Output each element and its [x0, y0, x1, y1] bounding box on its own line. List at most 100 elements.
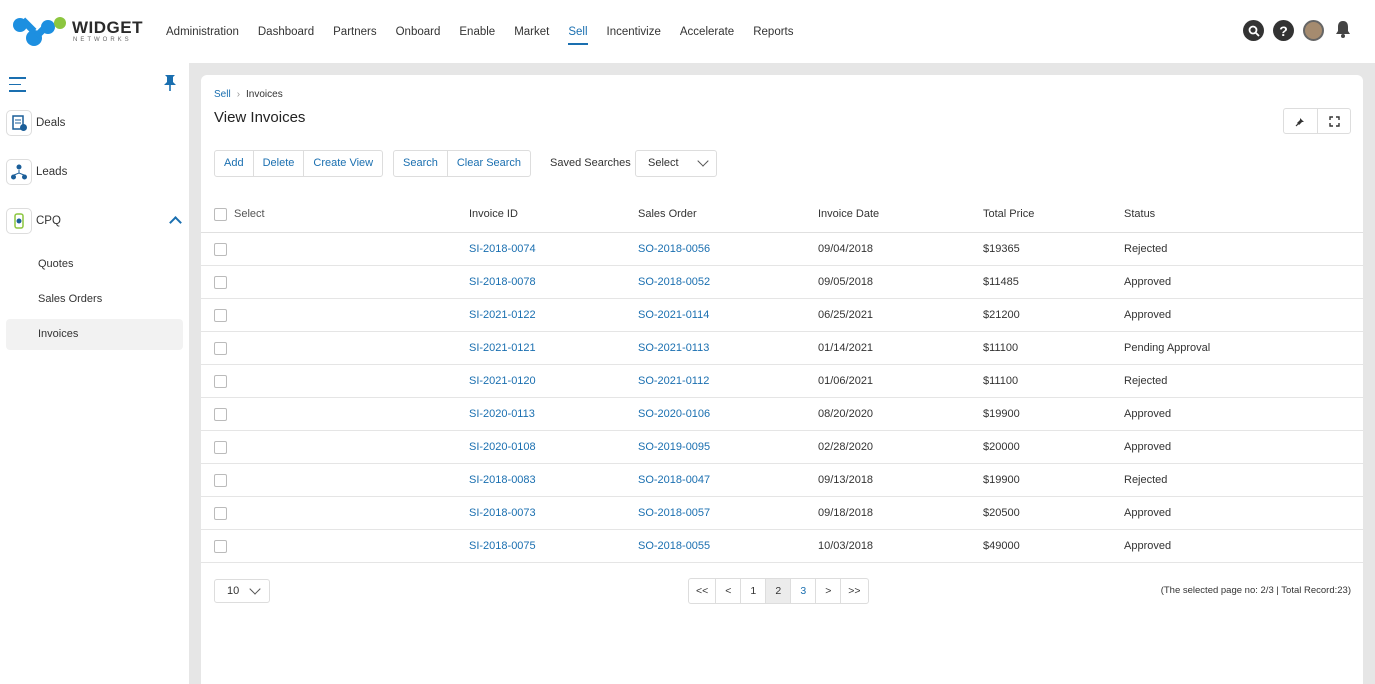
clear-search-button[interactable]: Clear Search [446, 151, 530, 176]
header-status[interactable]: Status [1124, 196, 1155, 232]
sidebar-item-deals[interactable]: Deals [6, 109, 182, 137]
sales-order-link[interactable]: SO-2021-0112 [638, 365, 709, 397]
invoice-id-link[interactable]: SI-2021-0122 [469, 299, 536, 331]
chevron-up-icon[interactable] [169, 216, 182, 229]
row-checkbox[interactable] [214, 308, 227, 322]
nav-incentivize[interactable]: Incentivize [607, 22, 661, 42]
row-checkbox[interactable] [214, 506, 227, 520]
row-checkbox[interactable] [214, 242, 227, 256]
sales-order-link[interactable]: SO-2018-0052 [638, 266, 710, 298]
status-text: Rejected [1124, 243, 1168, 255]
invoice-id-link[interactable]: SI-2018-0075 [469, 530, 536, 562]
main-panel: Sell › Invoices View Invoices Add Delete… [201, 75, 1363, 684]
leads-icon [6, 159, 32, 185]
sidebar-item-leads[interactable]: Leads [6, 158, 182, 186]
create-view-button[interactable]: Create View [303, 151, 382, 176]
table-row: SI-2021-0120 SO-2021-0112 01/06/2021 $11100… [201, 365, 1363, 398]
invoice-id-link[interactable]: SI-2018-0074 [469, 233, 536, 265]
header-invoice-id[interactable]: Invoice ID [469, 196, 518, 232]
search-button[interactable]: Search [394, 151, 447, 176]
page-2-button[interactable]: 2 [765, 579, 791, 603]
invoice-id-link[interactable]: SI-2021-0121 [469, 332, 536, 364]
pin-icon[interactable] [163, 74, 177, 97]
chevron-right-icon: › [236, 89, 241, 100]
nav-partners[interactable]: Partners [333, 22, 376, 42]
search-icon[interactable] [1243, 20, 1264, 41]
last-page-button[interactable]: >> [840, 579, 867, 603]
sales-order-link[interactable]: SO-2019-0095 [638, 431, 710, 463]
row-checkbox[interactable] [214, 473, 227, 487]
sales-order-link[interactable]: SO-2021-0113 [638, 332, 709, 364]
invoice-id-link[interactable]: SI-2020-0108 [469, 431, 536, 463]
help-icon[interactable]: ? [1273, 20, 1294, 41]
nav-administration[interactable]: Administration [166, 22, 239, 42]
invoice-date: 09/18/2018 [818, 507, 874, 519]
pin-button[interactable] [1284, 109, 1317, 133]
prev-page-button[interactable]: < [715, 579, 740, 603]
page-3-button[interactable]: 3 [790, 579, 815, 603]
sales-order-link[interactable]: SO-2018-0047 [638, 464, 710, 496]
nav-reports[interactable]: Reports [753, 22, 793, 42]
row-checkbox[interactable] [214, 539, 227, 553]
sales-order-link[interactable]: SO-2018-0056 [638, 233, 710, 265]
nav-dashboard[interactable]: Dashboard [258, 22, 314, 42]
logo-mark-icon [13, 17, 66, 46]
status-text: Rejected [1124, 375, 1168, 387]
sidebar-subitem-quotes[interactable]: Quotes [6, 249, 183, 280]
top-bar: WIDGET NETWORKS Administration Dashboard P… [0, 0, 1375, 63]
select-all-checkbox[interactable] [214, 207, 227, 221]
invoice-date: 09/04/2018 [818, 243, 874, 255]
nav-enable[interactable]: Enable [459, 22, 495, 42]
sales-order-link[interactable]: SO-2020-0106 [638, 398, 710, 430]
table-row: SI-2020-0108 SO-2019-0095 02/28/2020 $20000… [201, 431, 1363, 464]
status-text: Approved [1124, 276, 1172, 288]
top-icons: ? [1243, 19, 1353, 42]
sidebar-subitem-sales-orders[interactable]: Sales Orders [6, 284, 183, 315]
sales-order-link[interactable]: SO-2021-0114 [638, 299, 709, 331]
header-total-price[interactable]: Total Price [983, 196, 1034, 232]
row-checkbox[interactable] [214, 407, 227, 421]
add-button[interactable]: Add [215, 151, 253, 176]
widget-networks-logo[interactable]: WIDGET NETWORKS [12, 14, 143, 50]
row-checkbox[interactable] [214, 440, 227, 454]
breadcrumb: Sell › Invoices [214, 89, 283, 100]
sidebar-subitem-invoices[interactable]: Invoices [6, 319, 183, 350]
sales-order-link[interactable]: SO-2018-0057 [638, 497, 710, 529]
table-row: SI-2021-0121 SO-2021-0113 01/14/2021 $11100… [201, 332, 1363, 365]
main-nav: Administration Dashboard Partners Onboard En… [166, 0, 813, 63]
nav-sell[interactable]: Sell [568, 22, 588, 45]
invoice-date: 01/06/2021 [818, 375, 874, 387]
header-sales-order[interactable]: Sales Order [638, 196, 697, 232]
sales-order-link[interactable]: SO-2018-0055 [638, 530, 710, 562]
page-1-button[interactable]: 1 [740, 579, 765, 603]
breadcrumb-sell[interactable]: Sell [214, 89, 231, 100]
first-page-button[interactable]: << [689, 579, 715, 603]
nav-onboard[interactable]: Onboard [396, 22, 441, 42]
page-size-value: 10 [227, 585, 240, 597]
invoice-id-link[interactable]: SI-2021-0120 [469, 365, 536, 397]
chevron-down-icon [697, 155, 709, 167]
delete-button[interactable]: Delete [252, 151, 304, 176]
status-text: Pending Approval [1124, 342, 1211, 354]
page-size-select[interactable]: 10 [214, 579, 270, 603]
invoice-id-link[interactable]: SI-2018-0078 [469, 266, 536, 298]
row-checkbox[interactable] [214, 374, 227, 388]
row-checkbox[interactable] [214, 275, 227, 289]
total-price: $21200 [983, 309, 1020, 321]
bell-icon[interactable] [1333, 19, 1353, 42]
header-invoice-date[interactable]: Invoice Date [818, 196, 879, 232]
invoice-id-link[interactable]: SI-2018-0083 [469, 464, 536, 496]
status-text: Approved [1124, 408, 1172, 420]
fullscreen-button[interactable] [1317, 109, 1350, 133]
nav-accelerate[interactable]: Accelerate [680, 22, 734, 42]
total-price: $19365 [983, 243, 1020, 255]
sidebar-item-cpq[interactable]: CPQ [6, 207, 182, 235]
nav-market[interactable]: Market [514, 22, 549, 42]
menu-icon[interactable] [9, 77, 26, 93]
invoice-id-link[interactable]: SI-2018-0073 [469, 497, 536, 529]
row-checkbox[interactable] [214, 341, 227, 355]
avatar[interactable] [1303, 20, 1324, 41]
invoice-id-link[interactable]: SI-2020-0113 [469, 398, 535, 430]
next-page-button[interactable]: > [815, 579, 840, 603]
saved-searches-select[interactable]: Select [635, 150, 717, 177]
